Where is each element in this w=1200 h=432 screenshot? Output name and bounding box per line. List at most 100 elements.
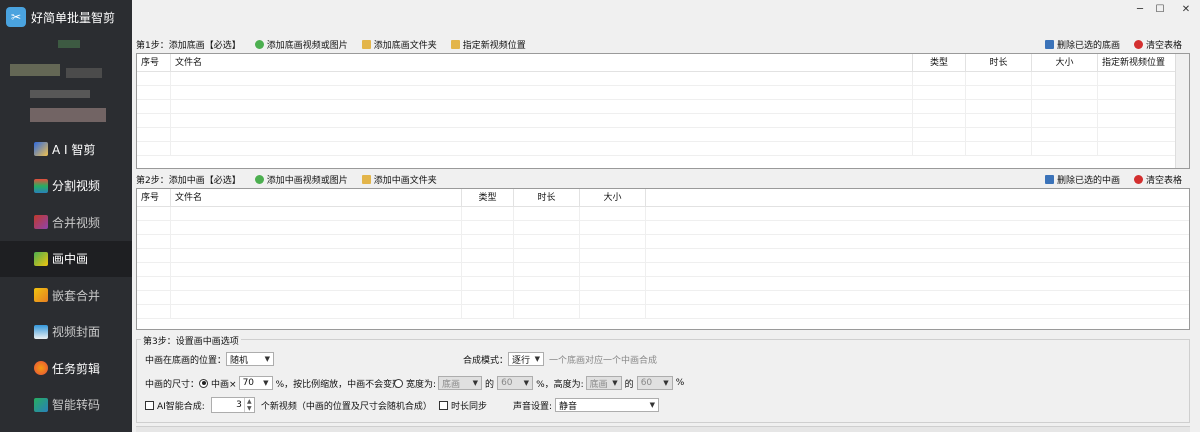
vertical-scrollbar[interactable] (1175, 54, 1189, 168)
table-row (137, 128, 1189, 142)
chevron-down-icon: ▼ (264, 355, 271, 363)
select-value: 底画 (589, 379, 608, 390)
width-ref-select[interactable]: 底画 ▼ (438, 376, 483, 390)
add-overlay-media-button[interactable]: 添加中画视频或图片 (254, 173, 348, 186)
position-select[interactable]: 随机 ▼ (226, 352, 275, 366)
scale-hint: %，按比例缩放，中画不会变形 (275, 379, 402, 390)
table-row (137, 86, 1189, 100)
duration-sync-checkbox[interactable] (439, 401, 448, 410)
bottom-bar (136, 426, 1190, 432)
delete-selected-overlay-button[interactable]: 删除已选的中画 (1044, 173, 1120, 186)
chevron-down-icon: ▼ (649, 401, 656, 409)
button-label: 添加中画视频或图片 (266, 175, 348, 186)
sidebar-item-split[interactable]: 分割视频 (0, 168, 132, 205)
width-label: 宽度为: (406, 379, 437, 390)
sidebar-item-pip[interactable]: 画中画 (0, 240, 132, 277)
button-label: 添加底画文件夹 (373, 40, 437, 51)
chevron-down-icon: ▼ (523, 379, 530, 387)
delete-selected-bottom-button[interactable]: 删除已选的底画 (1044, 38, 1120, 51)
step2-title: 第2步：添加中画【必选】 (136, 175, 241, 186)
button-label: 删除已选的中画 (1056, 175, 1120, 186)
sidebar-item-cover[interactable]: 视频封面 (0, 314, 132, 351)
scale-radio[interactable] (199, 378, 209, 388)
mode-select[interactable]: 逐行 ▼ (508, 352, 545, 366)
column-header[interactable]: 大小 (580, 189, 646, 206)
column-header[interactable]: 序号 (137, 54, 171, 71)
button-label: 指定新视频位置 (462, 40, 526, 51)
ai-count-spinner[interactable]: 3 ▲ ▼ (210, 397, 255, 413)
sidebar-item-label: 画中画 (52, 252, 89, 267)
height-ref-select[interactable]: 底画 ▼ (585, 376, 622, 390)
step3-title: 第3步：设置画中画选项 (141, 334, 241, 347)
sidebar-item-label: A I 智剪 (52, 142, 96, 157)
sidebar-item-task[interactable]: 任务剪辑 (0, 350, 132, 387)
column-header[interactable]: 序号 (137, 189, 171, 206)
sidebar-item-ai[interactable]: A I 智剪 (0, 131, 132, 168)
column-header[interactable]: 时长 (514, 189, 580, 206)
main-panel: ─ ☐ ✕ 第1步：添加底画【必选】 添加底画视频或图片 添加底画文件夹 指定新… (132, 0, 1200, 432)
sidebar-item-label: 嵌套合并 (52, 288, 101, 303)
add-bottom-folder-button[interactable]: 添加底画文件夹 (361, 38, 437, 51)
sidebar-item-label: 分割视频 (52, 179, 101, 194)
button-label: 清空表格 (1145, 175, 1182, 186)
column-header[interactable]: 时长 (966, 54, 1032, 71)
delete-list-icon (1044, 174, 1054, 184)
clear-table-button[interactable]: 清空表格 (1133, 173, 1182, 186)
bottom-video-table[interactable]: 序号 文件名 类型 时长 大小 指定新视频位置 (136, 53, 1190, 169)
height-percent-select[interactable]: 60 ▼ (636, 376, 673, 390)
maximize-button[interactable]: ☐ (1150, 2, 1170, 18)
height-label: 高度为: (553, 379, 584, 390)
scale-select[interactable]: 70 ▼ (238, 376, 273, 390)
select-value: 随机 (230, 355, 249, 366)
select-value: 底画 (442, 379, 461, 390)
add-icon (254, 39, 264, 49)
button-label: 添加中画文件夹 (373, 175, 437, 186)
close-button[interactable]: ✕ (1176, 2, 1196, 18)
set-output-location-button[interactable]: 指定新视频位置 (450, 38, 526, 51)
sidebar-item-transcode[interactable]: 智能转码 (0, 387, 132, 424)
select-value: 60 (640, 378, 653, 388)
clear-table-button[interactable]: 清空表格 (1133, 38, 1182, 51)
app-logo-icon: ✂ (6, 7, 26, 27)
add-bottom-media-button[interactable]: 添加底画视频或图片 (254, 38, 348, 51)
column-header[interactable]: 类型 (462, 189, 514, 206)
percent-comma: %， (536, 379, 554, 390)
button-label: 添加底画视频或图片 (266, 40, 348, 51)
table-row (137, 207, 1189, 221)
chevron-down-icon: ▼ (472, 379, 479, 387)
table-row (137, 100, 1189, 114)
step1-title: 第1步：添加底画【必选】 (136, 40, 241, 51)
column-header[interactable]: 类型 (913, 54, 966, 71)
select-value: 逐行 (512, 355, 531, 366)
button-label: 清空表格 (1145, 40, 1182, 51)
width-percent-select[interactable]: 60 ▼ (497, 376, 534, 390)
chevron-down-icon: ▼ (263, 379, 269, 387)
sidebar-item-label: 任务剪辑 (52, 361, 101, 376)
column-header[interactable]: 文件名 (171, 54, 913, 71)
clear-icon (1133, 39, 1143, 49)
folder-icon (361, 39, 371, 49)
pip-icon (34, 251, 48, 266)
spinner-arrows-icon[interactable]: ▲ ▼ (243, 398, 254, 412)
nest-icon (34, 288, 48, 303)
of-label: 的 (485, 379, 495, 390)
delete-list-icon (1044, 39, 1054, 49)
table-row (137, 72, 1189, 86)
select-value: 70 (242, 378, 255, 388)
sidebar-item-merge[interactable]: 合并视频 (0, 204, 132, 241)
pip-options-group: 第3步：设置画中画选项 中画在底画的位置： 随机 ▼ 合成模式： 逐行 ▼ 一个底画… (136, 334, 1190, 423)
column-header[interactable]: 大小 (1032, 54, 1098, 71)
overlay-video-table[interactable]: 序号 文件名 类型 时长 大小 (136, 188, 1190, 330)
avatar (8, 38, 120, 124)
column-header[interactable]: 文件名 (171, 189, 462, 206)
ai-compose-checkbox[interactable] (145, 400, 154, 410)
add-overlay-folder-button[interactable]: 添加中画文件夹 (361, 173, 437, 186)
position-row: 中画在底画的位置： 随机 ▼ (145, 352, 275, 366)
sidebar-item-nest[interactable]: 嵌套合并 (0, 277, 132, 314)
table-row (137, 249, 1189, 263)
column-header[interactable]: 指定新视频位置 (1098, 54, 1176, 71)
minimize-button[interactable]: ─ (1130, 2, 1150, 18)
sound-select[interactable]: 静音 ▼ (555, 398, 660, 412)
position-label: 中画在底画的位置： (145, 355, 227, 366)
custom-size-radio[interactable] (394, 378, 403, 388)
